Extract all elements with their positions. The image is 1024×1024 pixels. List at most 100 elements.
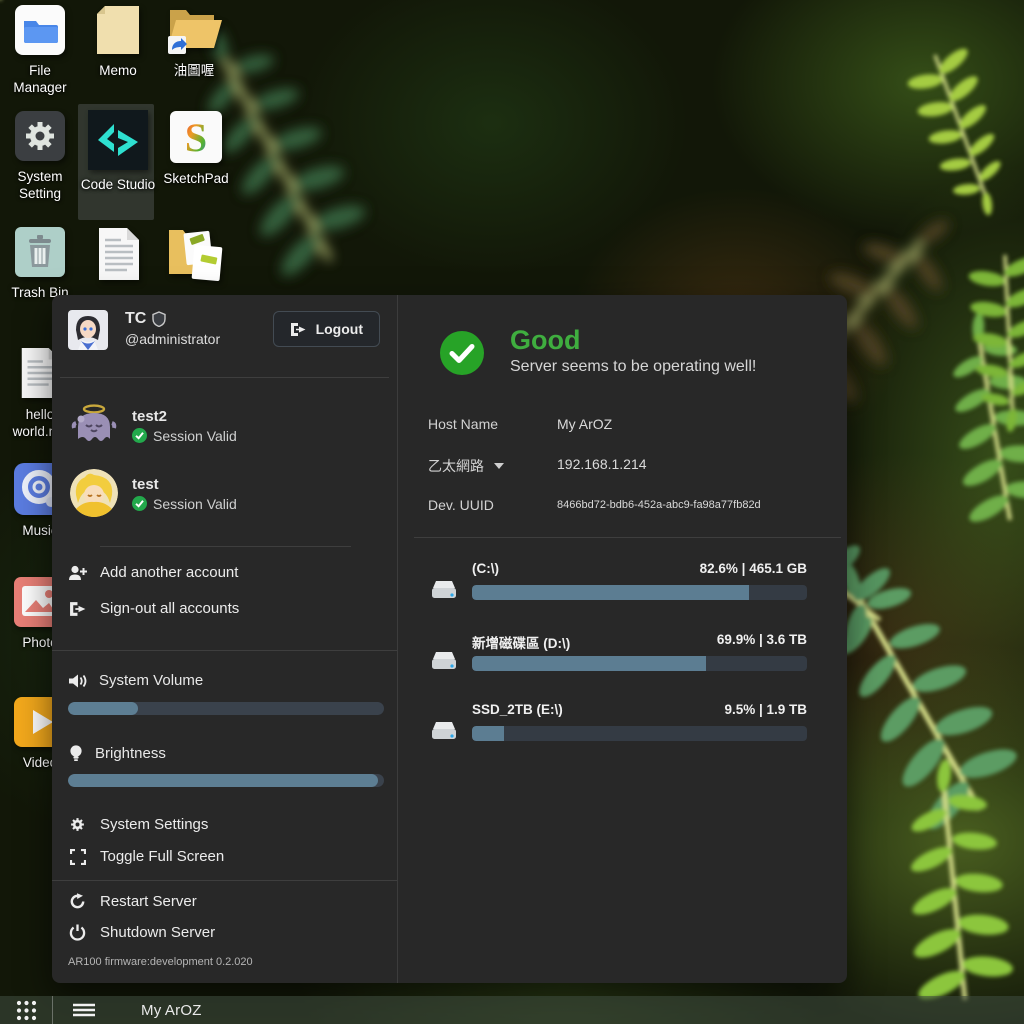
signout-icon <box>68 601 87 617</box>
firmware-version: AR100 firmware:development 0.2.020 <box>68 956 253 968</box>
disk-usage: 82.6% | 465.1 GB <box>700 561 807 576</box>
hdd-icon <box>429 578 459 602</box>
hostname-value: My ArOZ <box>557 416 612 432</box>
divider <box>100 546 351 547</box>
disk-usage: 9.5% | 1.9 TB <box>724 702 807 717</box>
taskbar-title: My ArOZ <box>141 1002 202 1019</box>
current-user-name: TC <box>125 310 166 328</box>
account-avatar-test2 <box>70 401 118 449</box>
power-icon <box>68 924 87 941</box>
taskbar-separator <box>52 996 53 1024</box>
restart-icon <box>68 893 87 910</box>
memo-icon <box>93 4 143 56</box>
svg-text:S: S <box>185 115 207 160</box>
account-name: test2 <box>132 407 237 426</box>
current-user-handle: @administrator <box>125 331 220 347</box>
brightness-slider[interactable] <box>68 774 384 787</box>
status-check-icon <box>440 331 484 375</box>
account-status: Session Valid <box>132 496 237 512</box>
sketchpad-icon: S <box>169 110 223 164</box>
account-name: test <box>132 475 237 494</box>
document-icon <box>93 226 143 282</box>
app-launcher-button[interactable] <box>0 996 52 1024</box>
disk-name: SSD_2TB (E:\) <box>472 702 563 717</box>
restart-server-button[interactable]: Restart Server <box>68 893 197 910</box>
desktop-icon-label: Code Studio <box>81 176 155 193</box>
hostname-label: Host Name <box>428 416 498 432</box>
fullscreen-icon <box>68 849 87 865</box>
divider <box>60 377 389 378</box>
volume-fill <box>68 702 138 715</box>
taskbar: My ArOZ <box>0 996 1024 1024</box>
status-title: Good <box>510 325 580 356</box>
account-avatar-test <box>70 469 118 517</box>
desktop-icon-label: System Setting <box>2 168 78 202</box>
desktop-icon-memo[interactable]: Memo <box>80 4 156 79</box>
hamburger-icon <box>73 1003 95 1017</box>
divider <box>52 880 397 881</box>
desktop-icon-code-studio[interactable]: Code Studio <box>80 110 156 193</box>
disk-usage-bar <box>472 585 807 600</box>
shield-icon <box>152 311 166 327</box>
desktop-icon-file-manager[interactable]: File Manager <box>2 4 78 96</box>
desktop-icon-folder-files[interactable] <box>156 224 232 288</box>
divider <box>52 650 397 651</box>
account-item-test[interactable]: test Session Valid <box>70 469 237 517</box>
desktop-icon-label: File Manager <box>2 62 78 96</box>
check-circle-icon <box>132 428 147 443</box>
check-circle-icon <box>132 496 147 511</box>
system-settings-button[interactable]: System Settings <box>68 816 208 833</box>
bulb-icon <box>68 744 84 762</box>
desktop-icon-document[interactable] <box>80 226 156 288</box>
account-item-test2[interactable]: test2 Session Valid <box>70 401 237 449</box>
disk-usage-fill <box>472 585 749 600</box>
brightness-label: Brightness <box>68 744 166 762</box>
user-plus-icon <box>68 565 87 581</box>
desktop-icon-trash-bin[interactable]: Trash Bin <box>2 226 78 301</box>
system-setting-icon <box>14 110 66 162</box>
shutdown-server-button[interactable]: Shutdown Server <box>68 924 215 941</box>
file-manager-icon <box>14 4 66 56</box>
chevron-down-icon <box>494 463 504 469</box>
desktop-icon-sketchpad[interactable]: S SketchPad <box>158 110 234 187</box>
disk-usage: 69.9% | 3.6 TB <box>717 632 807 647</box>
disk-usage-bar <box>472 656 807 671</box>
disk-usage-bar <box>472 726 807 741</box>
current-user-avatar[interactable] <box>68 310 108 350</box>
gear-icon <box>68 816 87 833</box>
disk-usage-fill <box>472 656 706 671</box>
desktop-icon-label: Memo <box>99 62 137 79</box>
code-studio-icon <box>88 110 148 170</box>
account-status: Session Valid <box>132 428 237 444</box>
desktop-icon-shortcut-folder[interactable]: 油圖喔 <box>156 2 232 79</box>
disk-name: 新增磁碟區 (D:\) <box>472 632 570 652</box>
desktop-icon-label: 油圖喔 <box>174 62 215 79</box>
add-account-button[interactable]: Add another account <box>68 564 238 581</box>
volume-icon <box>68 673 88 689</box>
menu-button[interactable] <box>63 996 105 1024</box>
hdd-icon <box>429 719 459 743</box>
brightness-fill <box>68 774 378 787</box>
toggle-fullscreen-button[interactable]: Toggle Full Screen <box>68 848 224 865</box>
uuid-value: 8466bd72-bdb6-452a-abc9-fa98a77fb82d <box>557 499 761 511</box>
trash-bin-icon <box>14 226 66 278</box>
account-pane: TC @administrator Logout <box>52 295 398 983</box>
desktop-icon-system-setting[interactable]: System Setting <box>2 110 78 202</box>
disk-usage-fill <box>472 726 504 741</box>
network-interface-dropdown[interactable]: 乙太網路 <box>428 456 504 476</box>
system-volume-slider[interactable] <box>68 702 384 715</box>
hdd-icon <box>429 649 459 673</box>
server-status-pane: Good Server seems to be operating well! … <box>398 295 847 983</box>
ip-address-value: 192.168.1.214 <box>557 456 647 472</box>
status-message: Server seems to be operating well! <box>510 358 756 376</box>
desktop-icon-label: SketchPad <box>163 170 228 187</box>
folder-shortcut-icon <box>164 2 224 56</box>
divider <box>414 537 841 538</box>
folder-files-icon <box>163 224 225 282</box>
system-volume-label: System Volume <box>68 672 203 689</box>
logout-button[interactable]: Logout <box>273 311 380 347</box>
signout-all-button[interactable]: Sign-out all accounts <box>68 600 239 617</box>
logout-icon <box>290 322 307 337</box>
user-status-panel: TC @administrator Logout <box>52 295 847 983</box>
grid-icon <box>15 999 38 1022</box>
